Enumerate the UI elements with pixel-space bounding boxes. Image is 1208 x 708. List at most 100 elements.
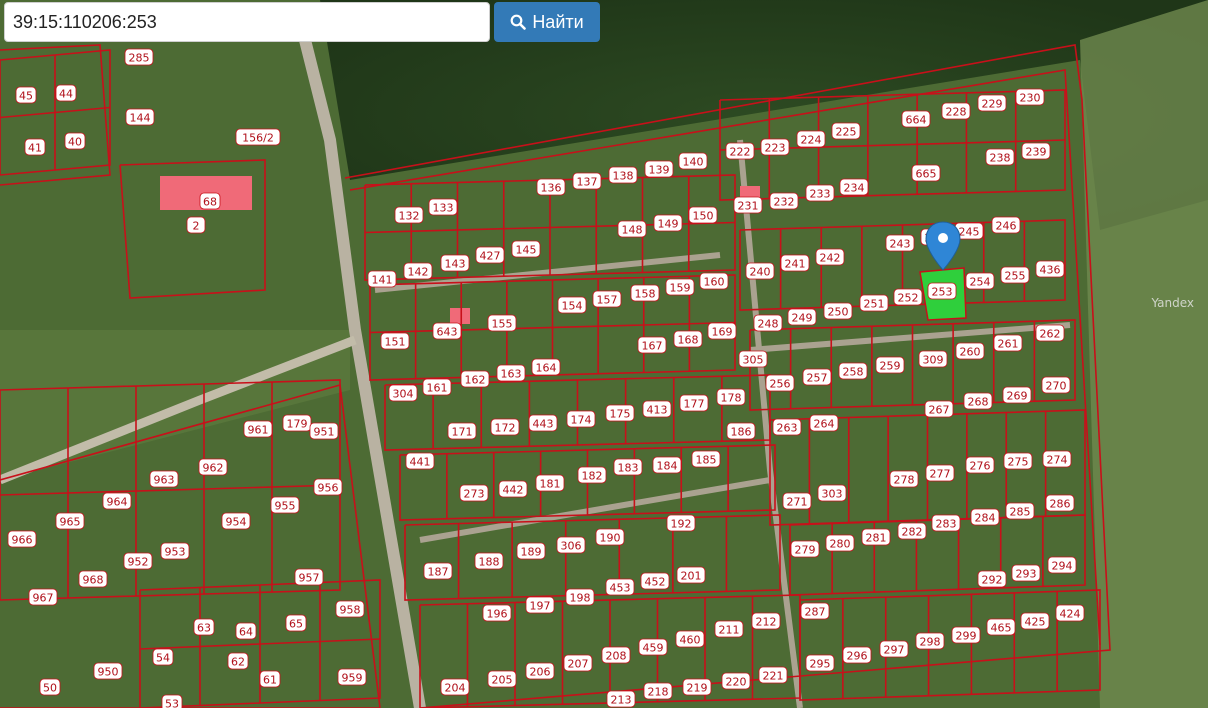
svg-text:62: 62: [231, 656, 245, 669]
svg-text:253: 253: [932, 286, 953, 299]
svg-text:169: 169: [712, 326, 733, 339]
parcel-label: 213: [606, 690, 636, 708]
parcel-label: 61: [259, 670, 281, 688]
svg-text:44: 44: [59, 88, 73, 101]
parcel-label: 160: [699, 272, 729, 290]
svg-text:188: 188: [479, 556, 500, 569]
svg-text:156/2: 156/2: [242, 132, 274, 145]
parcel-label: 198: [565, 588, 595, 606]
svg-text:172: 172: [495, 422, 516, 435]
search-input[interactable]: [4, 2, 490, 42]
svg-text:218: 218: [648, 686, 669, 699]
parcel-label: 303: [817, 484, 847, 502]
parcel-label: 234: [839, 178, 869, 196]
svg-text:228: 228: [946, 106, 967, 119]
parcel-label: 142: [403, 262, 433, 280]
parcel-label: 184: [652, 456, 682, 474]
parcel-label: 137: [572, 172, 602, 190]
svg-text:956: 956: [318, 482, 339, 495]
svg-text:296: 296: [847, 650, 868, 663]
svg-text:268: 268: [968, 396, 989, 409]
parcel-label: 257: [802, 368, 832, 386]
svg-text:246: 246: [996, 220, 1017, 233]
parcel-label: 157: [592, 290, 622, 308]
svg-text:285: 285: [1010, 506, 1031, 519]
parcel-label: 964: [102, 492, 132, 510]
svg-text:424: 424: [1060, 608, 1081, 621]
parcel-label: 306: [556, 536, 586, 554]
svg-text:132: 132: [399, 210, 420, 223]
parcel-label: 249: [787, 308, 817, 326]
parcel-label: 138: [608, 166, 638, 184]
svg-text:271: 271: [787, 496, 808, 509]
parcel-label: 204: [440, 678, 470, 696]
svg-text:190: 190: [600, 532, 621, 545]
parcel-label: 283: [931, 514, 961, 532]
svg-text:256: 256: [770, 378, 791, 391]
svg-text:951: 951: [314, 426, 335, 439]
svg-text:643: 643: [437, 326, 458, 339]
parcel-label: 966: [7, 530, 37, 548]
svg-text:304: 304: [393, 388, 414, 401]
svg-text:955: 955: [275, 500, 296, 513]
parcel-label: 50: [39, 678, 61, 696]
svg-text:221: 221: [763, 670, 784, 683]
parcel-label: 271: [782, 492, 812, 510]
parcel-label: 238: [985, 148, 1015, 166]
svg-text:275: 275: [1008, 456, 1029, 469]
svg-text:212: 212: [756, 616, 777, 629]
cadastral-map[interactable]: 28545 4414441 40 156/2682664228229 230222 223…: [0, 0, 1208, 708]
svg-text:45: 45: [19, 90, 33, 103]
svg-text:303: 303: [822, 488, 843, 501]
parcel-label: 150: [688, 206, 718, 224]
svg-text:270: 270: [1046, 380, 1067, 393]
parcel-label: 230: [1015, 88, 1045, 106]
svg-text:175: 175: [610, 408, 631, 421]
svg-text:157: 157: [597, 294, 618, 307]
svg-text:425: 425: [1025, 616, 1046, 629]
svg-text:243: 243: [890, 238, 911, 251]
svg-text:452: 452: [645, 576, 666, 589]
parcel-label: 269: [1002, 386, 1032, 404]
parcel-label: 168: [673, 330, 703, 348]
svg-text:179: 179: [287, 418, 308, 431]
parcel-label: 241: [780, 254, 810, 272]
parcel-label: 251: [859, 294, 889, 312]
parcel-label: 954: [221, 512, 251, 530]
parcel-label: 953: [160, 542, 190, 560]
parcel-label: 967: [28, 588, 58, 606]
svg-text:287: 287: [805, 606, 826, 619]
svg-text:242: 242: [820, 252, 841, 265]
parcel-label: 155: [487, 314, 517, 332]
svg-text:965: 965: [60, 516, 81, 529]
search-button[interactable]: Найти: [494, 2, 600, 42]
parcel-label: 223: [760, 138, 790, 156]
svg-text:309: 309: [923, 354, 944, 367]
parcel-label: 285: [1005, 502, 1035, 520]
parcel-label: 132: [394, 206, 424, 224]
svg-text:413: 413: [647, 404, 668, 417]
svg-text:441: 441: [410, 456, 431, 469]
svg-text:297: 297: [884, 644, 905, 657]
parcel-label: 952: [123, 552, 153, 570]
svg-text:280: 280: [830, 538, 851, 551]
parcel-label: 292: [977, 570, 1007, 588]
svg-text:186: 186: [731, 426, 752, 439]
parcel-label: 68: [199, 192, 221, 210]
parcel-label: 965: [55, 512, 85, 530]
svg-text:154: 154: [562, 300, 583, 313]
parcel-label: 45: [15, 86, 37, 104]
parcel-label: 189: [516, 542, 546, 560]
parcel-label: 961: [243, 420, 273, 438]
svg-text:136: 136: [541, 182, 562, 195]
svg-text:952: 952: [128, 556, 149, 569]
parcel-label: 295: [805, 654, 835, 672]
svg-text:149: 149: [658, 218, 679, 231]
parcel-label: 436: [1035, 260, 1065, 278]
svg-text:260: 260: [960, 346, 981, 359]
parcel-label: 162: [460, 370, 490, 388]
parcel-label: 270: [1041, 376, 1071, 394]
svg-text:206: 206: [530, 666, 551, 679]
parcel-label: 258: [838, 362, 868, 380]
svg-text:133: 133: [433, 202, 454, 215]
